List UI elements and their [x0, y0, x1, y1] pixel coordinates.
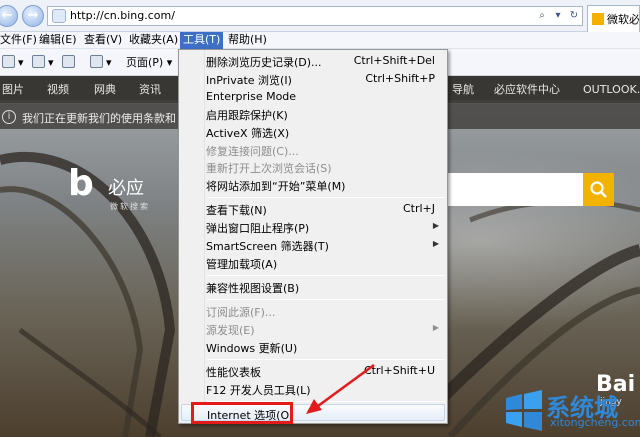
refresh-icon[interactable]: ↻ — [566, 7, 582, 25]
print-button[interactable]: ▾ — [90, 54, 112, 71]
menu-bar: 文件(F) 编辑(E) 查看(V) 收藏夹(A) 工具(T) 帮助(H) — [0, 32, 640, 49]
address-bar[interactable]: http://cn.bing.com/ ⌕ ▾ ↻ — [47, 6, 583, 26]
nav-outlook[interactable]: OUTLOOK.CO — [583, 76, 640, 103]
address-bar-row: ← → http://cn.bing.com/ ⌕▾↻ 微软必应 — [0, 0, 640, 32]
menu-tools[interactable]: 工具(T) — [180, 32, 224, 49]
site-watermark-domain: xitongcheng.com — [550, 416, 640, 429]
menu-item-feed-discovery: 源发现(E) ▶ — [206, 323, 439, 337]
nav-videos[interactable]: 视频 — [47, 76, 69, 103]
menu-item-view-downloads[interactable]: 查看下载(N) Ctrl+J — [181, 200, 445, 217]
menu-item-add-to-start[interactable]: 将网站添加到“开始”菜单(M) — [181, 176, 445, 193]
back-button[interactable]: ← — [0, 5, 18, 27]
nav-software-center[interactable]: 必应软件中心 — [494, 76, 560, 103]
menu-item-windows-update[interactable]: Windows 更新(U) — [181, 338, 445, 355]
menu-separator — [207, 359, 445, 360]
menu-view[interactable]: 查看(V) — [81, 32, 125, 49]
home-icon — [2, 55, 15, 68]
menu-item-compat-view[interactable]: 兼容性视图设置(B) — [181, 278, 445, 295]
magnifier-icon — [590, 181, 607, 198]
search-icon[interactable]: ⌕ — [534, 7, 550, 25]
search-input[interactable] — [440, 173, 583, 206]
menu-separator — [207, 299, 445, 300]
submenu-arrow-icon: ▶ — [432, 323, 439, 332]
menu-favorites[interactable]: 收藏夹(A) — [126, 32, 181, 49]
tab-title: 微软必应 — [607, 13, 640, 26]
notice-text[interactable]: 我们正在更新我们的使用条款和 — [22, 110, 176, 126]
nav-guide[interactable]: 导航 — [452, 76, 474, 103]
menu-help[interactable]: 帮助(H) — [225, 32, 270, 49]
address-tools: ⌕ ▾ ↻ — [534, 7, 582, 27]
tools-menu: 删除浏览历史记录(D)... Ctrl+Shift+Del InPrivate 浏… — [178, 49, 448, 424]
menu-separator — [207, 275, 445, 276]
logo-subtitle: 微软搜索 — [110, 202, 150, 211]
menu-file[interactable]: 文件(F) — [0, 32, 40, 49]
mail-button[interactable] — [62, 54, 78, 71]
menu-item-f12-tools[interactable]: F12 开发人员工具(L) — [181, 380, 445, 397]
bing-favicon-icon — [592, 13, 604, 25]
print-icon — [90, 55, 103, 68]
bing-b-icon: b — [68, 163, 94, 204]
menu-item-perf-dashboard[interactable]: 性能仪表板 Ctrl+Shift+U — [181, 362, 445, 379]
highlight-box — [191, 402, 293, 424]
menu-item-tracking-protection[interactable]: 启用跟踪保护(K) — [181, 105, 445, 122]
page-menu-button[interactable]: 页面(P) ▾ — [126, 54, 172, 71]
menu-item-inprivate[interactable]: InPrivate 浏览(I) Ctrl+Shift+P — [181, 70, 445, 87]
nav-dictionary[interactable]: 网典 — [94, 76, 116, 103]
menu-item-fix-connection: 修复连接问题(C)... — [206, 145, 299, 158]
menu-item-smartscreen[interactable]: SmartScreen 筛选器(T) ▶ — [181, 236, 445, 253]
home-button[interactable]: ▾ — [2, 54, 24, 71]
submenu-arrow-icon: ▶ — [432, 239, 439, 248]
menu-item-popup-blocker[interactable]: 弹出窗口阻止程序(P) ▶ — [181, 218, 445, 235]
url-text[interactable]: http://cn.bing.com/ — [70, 9, 175, 22]
site-watermark: 系统城 xitongcheng.com — [500, 382, 640, 437]
tab-bing[interactable]: 微软必应 — [587, 5, 640, 32]
menu-item-reopen-session: 重新打开上次浏览会话(S) — [206, 162, 332, 175]
search-button[interactable] — [583, 173, 614, 206]
nav-news[interactable]: 资讯 — [139, 76, 161, 103]
info-icon: i — [2, 110, 16, 124]
menu-item-activex-filter[interactable]: ActiveX 筛选(X) — [181, 123, 445, 140]
mail-icon — [62, 55, 75, 68]
menu-edit[interactable]: 编辑(E) — [36, 32, 80, 49]
nav-images[interactable]: 图片 — [2, 76, 24, 103]
menu-item-enterprise-mode[interactable]: Enterprise Mode — [181, 88, 445, 105]
menu-separator — [207, 197, 445, 198]
menu-item-manage-addons[interactable]: 管理加载项(A) — [181, 254, 445, 271]
menu-item-subscribe-feed: 订阅此源(F)... — [206, 306, 276, 319]
dropdown-icon[interactable]: ▾ — [550, 7, 566, 25]
page-icon — [52, 9, 66, 23]
windows-logo-icon — [506, 390, 542, 431]
logo-name: 必应 — [108, 178, 144, 199]
submenu-arrow-icon: ▶ — [432, 221, 439, 230]
menu-item-delete-history[interactable]: 删除浏览历史记录(D)... Ctrl+Shift+Del — [181, 52, 445, 69]
feeds-button[interactable]: ▾ — [32, 54, 54, 71]
forward-button[interactable]: → — [22, 5, 44, 27]
feeds-icon — [32, 55, 45, 68]
